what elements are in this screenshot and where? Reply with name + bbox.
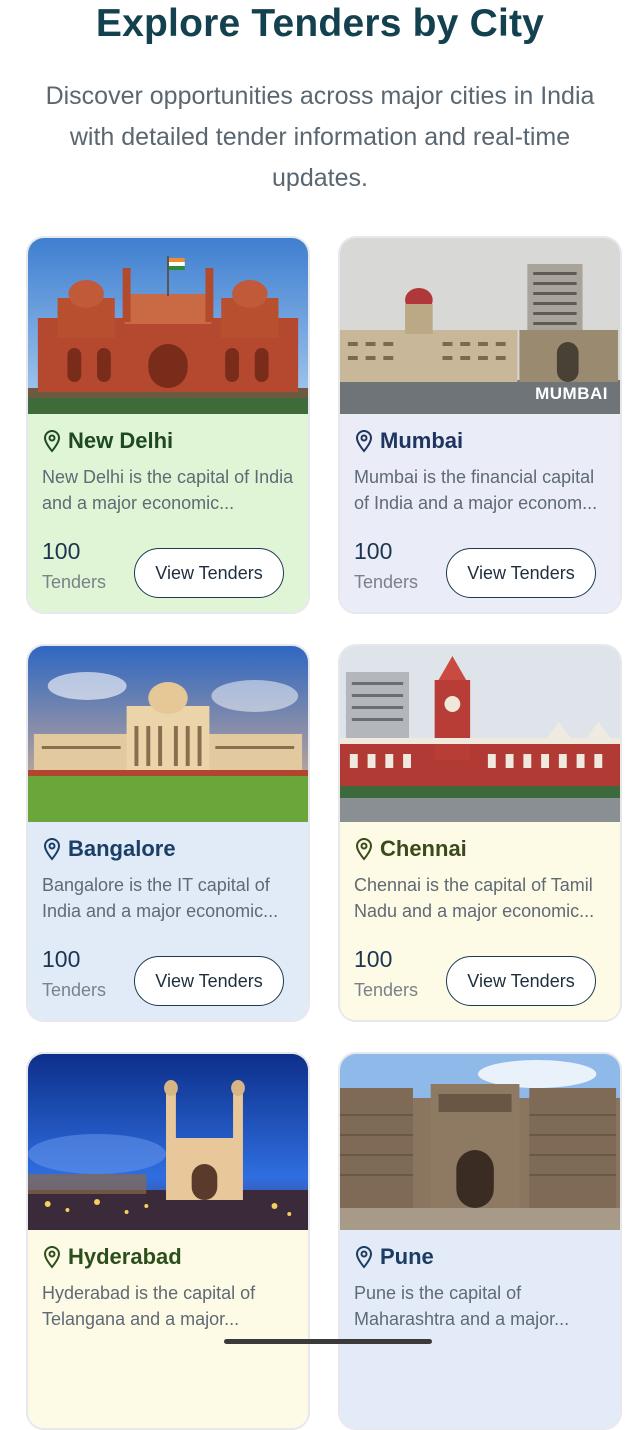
location-pin-icon	[355, 1245, 373, 1269]
tender-count: 100	[42, 946, 81, 972]
city-card-hyderabad[interactable]: Hyderabad Hyderabad is the capital of Te…	[26, 1052, 310, 1430]
gateway-mumbai-photo: MUMBAI	[340, 238, 620, 414]
chennai-central-photo	[340, 646, 620, 822]
location-pin-icon	[355, 429, 373, 453]
tender-count: 100	[42, 538, 81, 564]
location-pin-icon	[43, 837, 61, 861]
city-heading: Bangalore	[42, 836, 176, 862]
city-name: Bangalore	[68, 836, 176, 861]
city-card-chennai[interactable]: Chennai Chennai is the capital of Tamil …	[338, 644, 622, 1022]
city-card-mumbai[interactable]: MUMBAI Mumbai Mumbai is the financial ca…	[338, 236, 622, 614]
city-name: Chennai	[380, 836, 467, 861]
city-heading: Pune	[354, 1244, 434, 1270]
view-tenders-button[interactable]: View Tenders	[134, 548, 284, 598]
city-description: Mumbai is the financial capital of India…	[354, 467, 598, 513]
tender-count: 100	[354, 538, 393, 564]
city-heading: Mumbai	[354, 428, 463, 454]
location-pin-icon	[355, 837, 373, 861]
page-subtitle: Discover opportunities across major citi…	[45, 82, 595, 192]
red-fort-photo	[28, 238, 308, 414]
tender-count-label: Tenders	[354, 980, 419, 1000]
tender-count-label: Tenders	[42, 572, 107, 592]
city-name: Pune	[380, 1244, 434, 1269]
shaniwar-wada-photo	[340, 1054, 620, 1230]
city-card-new-delhi[interactable]: New Delhi New Delhi is the capital of In…	[26, 236, 310, 614]
location-pin-icon	[43, 1245, 61, 1269]
city-description: Chennai is the capital of Tamil Nadu and…	[354, 875, 595, 921]
city-name: Mumbai	[380, 428, 464, 453]
charminar-photo	[28, 1054, 308, 1230]
city-description: New Delhi is the capital of India and a …	[42, 467, 294, 513]
city-heading: New Delhi	[42, 428, 173, 454]
city-card-bangalore[interactable]: Bangalore Bangalore is the IT capital of…	[26, 644, 310, 1022]
view-tenders-button[interactable]: View Tenders	[446, 956, 596, 1006]
location-pin-icon	[43, 429, 61, 453]
city-name: New Delhi	[68, 428, 174, 453]
city-heading: Hyderabad	[42, 1244, 182, 1270]
tender-count: 100	[354, 946, 393, 972]
city-description: Bangalore is the IT capital of India and…	[42, 875, 279, 921]
vidhana-soudha-photo	[28, 646, 308, 822]
city-description: Hyderabad is the capital of Telangana an…	[42, 1283, 256, 1329]
view-tenders-button[interactable]: View Tenders	[446, 548, 596, 598]
image-caption: MUMBAI	[535, 384, 608, 403]
tender-count-label: Tenders	[42, 980, 107, 1000]
page-title: Explore Tenders by City	[95, 2, 545, 45]
tender-count-label: Tenders	[354, 572, 419, 592]
city-name: Hyderabad	[68, 1244, 182, 1269]
home-indicator[interactable]	[224, 1339, 432, 1344]
city-heading: Chennai	[354, 836, 467, 862]
city-card-pune[interactable]: Pune Pune is the capital of Maharashtra …	[338, 1052, 622, 1430]
view-tenders-button[interactable]: View Tenders	[134, 956, 284, 1006]
city-description: Pune is the capital of Maharashtra and a…	[354, 1283, 570, 1329]
